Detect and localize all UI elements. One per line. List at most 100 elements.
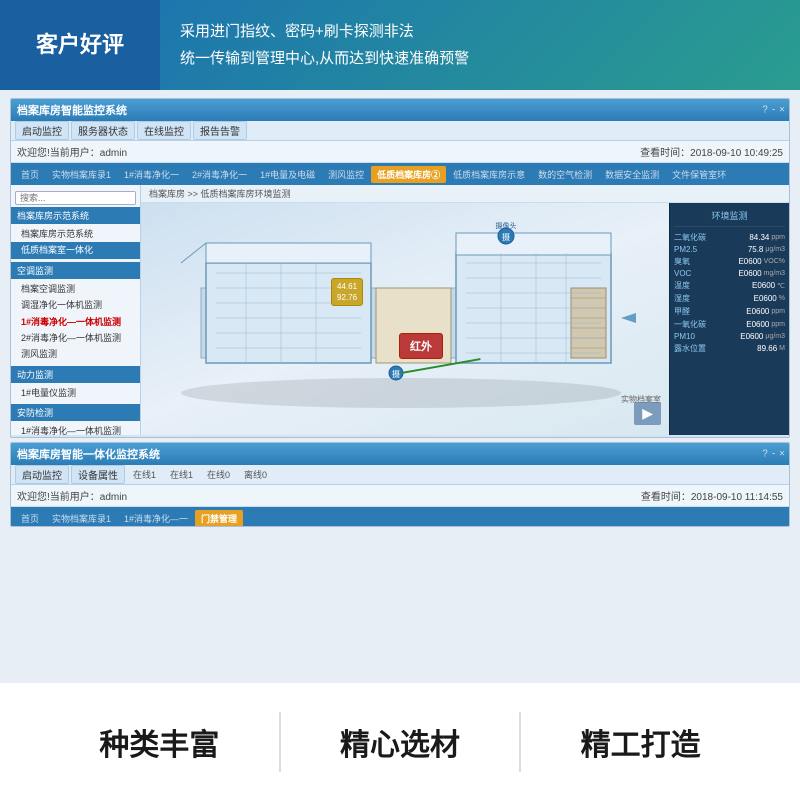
online-status-1: 在线1 — [127, 468, 162, 481]
env-unit-co2: ppm — [771, 234, 785, 241]
toolbar-nav-label: 欢迎您!当前用户：admin — [17, 144, 127, 159]
minimize-icon[interactable]: - — [772, 105, 775, 116]
system-window-1: 档案库房智能监控系统 ? - × 启动监控 服务器状态 在线监控 报告告警 欢迎… — [10, 98, 790, 438]
topnav-wind[interactable]: 测风监控 — [322, 166, 370, 183]
sidebar-item-ac-dis1[interactable]: 1#消毒净化—一体机监测 — [11, 314, 140, 330]
env-unit-pm10: μg/m3 — [765, 333, 785, 340]
env-row-co: 一氧化碳 E0600 ppm — [674, 318, 785, 331]
top-banner-content: 采用进门指纹、密码+刷卡探测非法 统一传输到管理中心,从而达到快速准确预警 — [160, 0, 800, 90]
sidebar-item-ac-archive[interactable]: 档案空调监测 — [11, 281, 140, 297]
env-unit-pm25: μg/m3 — [765, 246, 785, 253]
top-banner-badge: 客户好评 — [0, 0, 160, 90]
env-row-ozone: 臭氧 E0600 VOC% — [674, 255, 785, 268]
system-window-2: 档案库房智能一体化监控系统 ? - × 启动监控 设备属性 在线1 在线1 在线… — [10, 442, 790, 527]
minimize-icon-2[interactable]: - — [772, 449, 775, 460]
topnav-disinfect1[interactable]: 1#消毒净化一 — [118, 166, 185, 183]
sidebar-section-ac[interactable]: 空调监测 — [11, 262, 140, 279]
bottom-text-2: 精心选材 — [281, 720, 520, 764]
env-panel: 环境监测 二氧化碳 84.34 ppm PM2.5 75.8 μg/m3 — [669, 203, 789, 435]
topnav-lowquality[interactable]: 低质档案库房② — [371, 166, 446, 183]
sidebar-item-ac-dehumid[interactable]: 调湿净化一体机监测 — [11, 297, 140, 313]
middle-section: 档案库房智能监控系统 ? - × 启动监控 服务器状态 在线监控 报告告警 欢迎… — [0, 90, 800, 680]
online-status-2: 在线1 — [164, 468, 199, 481]
window-body-1: 档案库房示范系统 档案库房示范系统 低质档案室一体化 空调监测 档案空调监测 调… — [11, 185, 789, 435]
topnav2-disinfect1[interactable]: 1#消毒净化—一 — [118, 510, 194, 527]
window-controls-1[interactable]: ? - × — [762, 105, 785, 116]
menubar-1: 启动监控 服务器状态 在线监控 报告告警 — [11, 121, 789, 141]
nav-arrow-right[interactable]: ▶ — [634, 402, 661, 425]
env-unit-formaldehyde: ppm — [771, 308, 785, 315]
topnav-power[interactable]: 1#电量及电磁 — [254, 166, 321, 183]
topnav-disinfect2[interactable]: 2#消毒净化一 — [186, 166, 253, 183]
banner-line-1: 采用进门指纹、密码+刷卡探测非法 — [180, 18, 780, 45]
window-controls-2[interactable]: ? - × — [762, 449, 785, 460]
sidebar-section-archive[interactable]: 档案库房示范系统 — [11, 207, 140, 224]
bottom-text-1: 种类丰富 — [40, 720, 279, 764]
env-row-co2: 二氧化碳 84.34 ppm — [674, 231, 785, 244]
breadcrumb: 档案库房 >> 低质档案库房环境监测 — [141, 185, 789, 203]
sidebar-item-archive-demo[interactable]: 档案库房示范系统 — [11, 226, 140, 242]
main-content-1: 档案库房 >> 低质档案库房环境监测 — [141, 185, 789, 435]
window-title-1: 档案库房智能监控系统 — [17, 102, 127, 118]
env-row-pm25: PM2.5 75.8 μg/m3 — [674, 244, 785, 255]
titlebar-2: 档案库房智能一体化监控系统 ? - × — [11, 443, 789, 465]
close-icon-2[interactable]: × — [779, 449, 785, 460]
topnav-lowquality-demo[interactable]: 低质档案库房示意 — [447, 166, 531, 183]
banner-line-2: 统一传输到管理中心,从而达到快速准确预警 — [180, 45, 780, 72]
sidebar-item-ac-dis2[interactable]: 2#消毒净化—一体机监测 — [11, 330, 140, 346]
env-label-temp: 温度 — [674, 280, 752, 291]
env-value-voc: E0600 — [738, 269, 761, 278]
menubar-2: 启动监控 设备属性 在线1 在线1 在线0 离线0 — [11, 465, 789, 485]
sensor-ir[interactable]: 红外 — [399, 333, 443, 359]
sidebar-item-power-meter[interactable]: 1#电量仪监测 — [11, 385, 140, 401]
env-label-dew: 露水位置 — [674, 343, 757, 354]
sidebar-section-security[interactable]: 安防检测 — [11, 404, 140, 421]
sidebar-search[interactable] — [15, 191, 136, 205]
env-row-pm10: PM10 E0600 μg/m3 — [674, 331, 785, 342]
menu-alarm[interactable]: 报告告警 — [193, 121, 247, 140]
toolbar-datetime: 查看时间：2018-09-10 10:49:25 — [640, 144, 783, 159]
sidebar-item-sec-dis1[interactable]: 1#消毒净化—一体机监测 — [11, 423, 140, 435]
svg-text:摄像头: 摄像头 — [496, 221, 517, 230]
toolbar2-nav-label: 欢迎您!当前用户：admin — [17, 488, 127, 503]
help-icon-2[interactable]: ? — [762, 449, 768, 460]
nav-label: 实物档案室 — [621, 394, 661, 405]
sidebar-section-power[interactable]: 动力监测 — [11, 366, 140, 383]
env-unit-humidity: % — [779, 295, 785, 302]
env-panel-title: 环境监测 — [674, 207, 785, 227]
bottom-banner: 种类丰富 精心选材 精工打造 — [0, 680, 800, 800]
sidebar-item-wind[interactable]: 测风监测 — [11, 346, 140, 362]
menu-online[interactable]: 在线监控 — [137, 121, 191, 140]
env-unit-temp: ℃ — [777, 282, 785, 290]
env-row-voc: VOC E0600 mg/m3 — [674, 268, 785, 279]
toolbar2-datetime: 查看时间：2018-09-10 11:14:55 — [641, 488, 783, 503]
env-value-humidity: E0600 — [754, 294, 777, 303]
banner-badge-text: 客户好评 — [36, 31, 124, 60]
online-status-3: 在线0 — [201, 468, 236, 481]
sensor-ir-label: 红外 — [410, 341, 432, 353]
offline-status: 离线0 — [238, 468, 273, 481]
topnav-aircheck[interactable]: 数的空气检测 — [532, 166, 598, 183]
topnav-2: 首页 实物档案库录1 1#消毒净化—一 门禁管理 — [11, 507, 789, 527]
help-icon[interactable]: ? — [762, 105, 768, 116]
env-unit-voc: mg/m3 — [764, 270, 785, 277]
topnav-archive1[interactable]: 实物档案库录1 — [46, 166, 117, 183]
close-icon[interactable]: × — [779, 105, 785, 116]
sidebar-1: 档案库房示范系统 档案库房示范系统 低质档案室一体化 空调监测 档案空调监测 调… — [11, 185, 141, 435]
env-label-voc: VOC — [674, 269, 738, 278]
topnav2-door[interactable]: 门禁管理 — [195, 510, 243, 527]
topnav-security[interactable]: 数据安全监测 — [599, 166, 665, 183]
menu-automonitor[interactable]: 启动监控 — [15, 121, 69, 140]
sidebar-item-lowquality[interactable]: 低质档案室一体化 — [11, 242, 140, 258]
sensor-temp-value: 44.61 — [337, 281, 357, 292]
menu2-automonitor[interactable]: 启动监控 — [15, 465, 69, 484]
sensor-temp-humidity[interactable]: 44.61 92.76 — [331, 278, 363, 306]
menu2-device[interactable]: 设备属性 — [71, 465, 125, 484]
menu-server[interactable]: 服务器状态 — [71, 121, 135, 140]
topnav-file[interactable]: 文件保管室环 — [666, 166, 732, 183]
topnav2-home[interactable]: 首页 — [15, 510, 45, 527]
topnav2-archive1[interactable]: 实物档案库录1 — [46, 510, 117, 527]
topnav-1: 首页 实物档案库录1 1#消毒净化一 2#消毒净化一 1#电量及电磁 测风监控 … — [11, 163, 789, 185]
topnav-home[interactable]: 首页 — [15, 166, 45, 183]
env-unit-co: ppm — [771, 321, 785, 328]
